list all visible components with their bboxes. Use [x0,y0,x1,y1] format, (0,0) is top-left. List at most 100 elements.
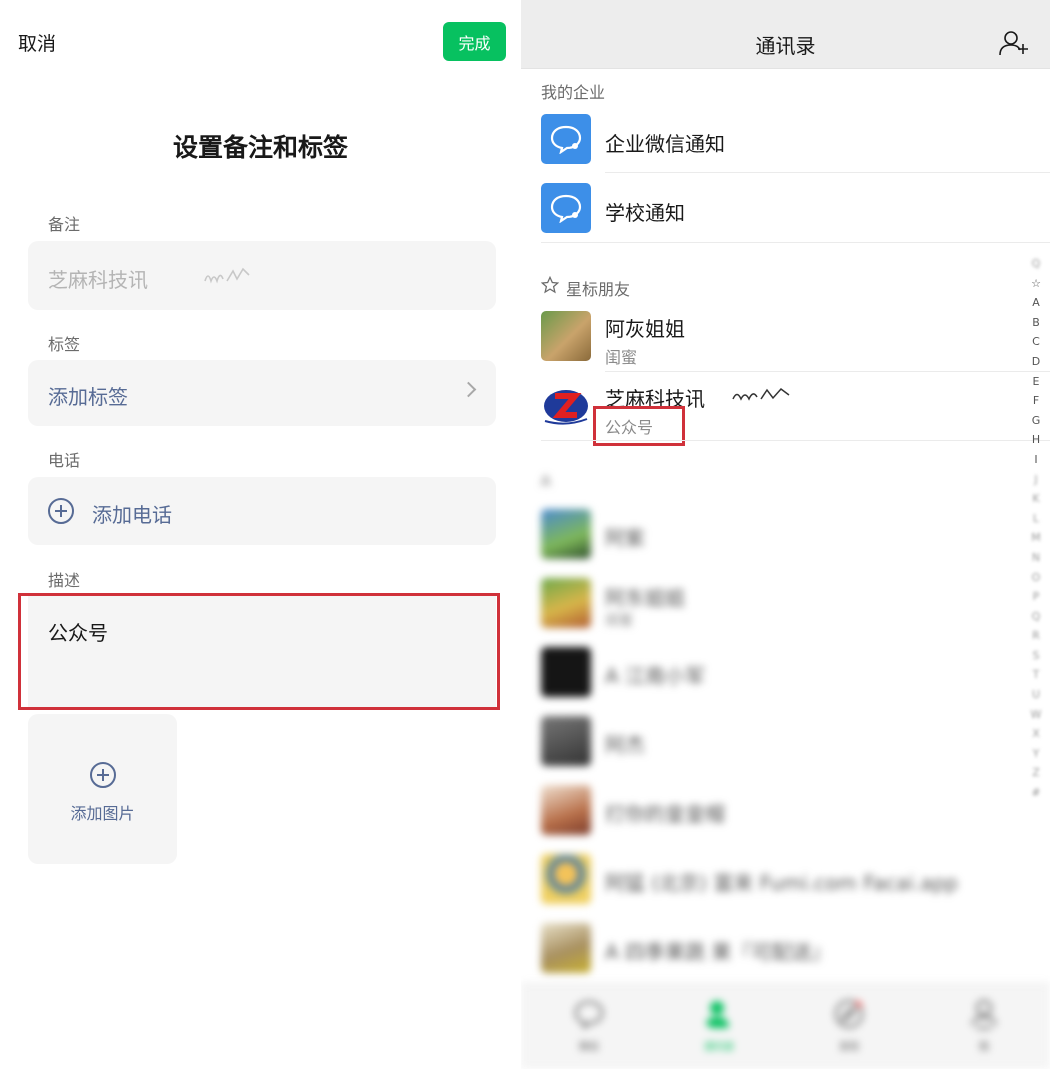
chat-bubble-icon [574,1000,604,1030]
add-image-button[interactable]: 添加图片 [28,714,177,864]
avatar [541,647,591,697]
index-letter[interactable]: E [1029,372,1043,392]
contact-row[interactable]: A 江南小军 [541,647,1031,697]
index-letter[interactable]: F [1029,391,1043,411]
contact-row[interactable]: 阿东姐姐 闺蜜 [541,578,1031,629]
tab-me[interactable]: 我 [944,994,1024,1054]
divider [605,172,1050,173]
tab-label: 发现 [839,1042,859,1053]
avatar [541,311,591,361]
contacts-icon [705,1001,729,1028]
tab-label: 通讯录 [704,1042,734,1053]
contacts-panel: 通讯录 我的企业 企业微信通知 学校通知 星标朋友 阿灰姐姐 闺蜜 芝麻科技讯 … [521,0,1050,1069]
tab-label: 微信 [579,1042,599,1053]
contact-remark: 闺蜜 [605,348,638,367]
index-letter[interactable]: Y [1029,744,1043,764]
index-letter[interactable]: C [1029,332,1043,352]
enterprise-item[interactable]: 企业微信通知 [541,114,1031,164]
add-image-label: 添加图片 [70,804,135,823]
index-letter[interactable]: T [1029,665,1043,685]
remark-value: 芝麻科技讯 [48,268,148,292]
index-letter[interactable]: W [1029,705,1043,725]
work-wechat-icon [541,183,591,233]
index-letter[interactable]: X [1029,724,1043,744]
contacts-header: 通讯录 [521,0,1050,69]
tags-label: 标签 [48,335,81,354]
avatar [541,578,591,628]
contact-name: 阿灰姐姐 [605,317,685,341]
handwritten-scribble-icon [204,267,250,284]
remark-tag-settings-panel: 取消 完成 设置备注和标签 备注 芝麻科技讯 标签 添加标签 电话 添加电话 描… [0,0,521,1069]
avatar [541,716,591,766]
add-friend-icon[interactable] [999,30,1029,56]
index-letter[interactable]: O [1029,568,1043,588]
index-letter[interactable]: H [1029,430,1043,450]
starred-section-label: 星标朋友 [566,280,631,299]
index-letter[interactable]: M [1029,528,1043,548]
index-letter[interactable]: Z [1029,763,1043,783]
brand-logo-avatar [541,381,591,431]
index-letter[interactable]: Q [1029,254,1043,274]
index-letter[interactable]: ☆ [1029,274,1043,294]
enterprise-item-name: 学校通知 [605,201,685,225]
index-letter[interactable]: I [1029,450,1043,470]
avatar [541,854,591,904]
contact-row[interactable]: 阿猛 (北京) 富来 Fumi.com Facai.app [541,854,1031,904]
index-letter[interactable]: J [1029,470,1043,490]
index-letter[interactable]: B [1029,313,1043,333]
star-icon [541,276,559,294]
person-icon [970,1000,998,1029]
tab-contacts[interactable]: 通讯录 [679,994,759,1054]
contact-row[interactable]: 阿杰 [541,716,1031,766]
divider [605,371,1050,372]
divider [541,440,1050,441]
contact-row[interactable]: 阿紫 [541,509,1031,559]
add-phone-label: 添加电话 [92,503,172,527]
contact-name: 阿紫 [605,526,645,550]
contacts-title: 通讯录 [755,34,816,58]
add-phone-row[interactable]: 添加电话 [28,477,496,545]
avatar [541,923,591,973]
contact-name: 打你的皇皇帽 [605,802,725,826]
index-letter[interactable]: K [1029,489,1043,509]
contact-name: 阿东姐姐 [605,586,685,610]
index-letter[interactable]: N [1029,548,1043,568]
enterprise-section-label: 我的企业 [541,83,606,102]
starred-contact[interactable]: 阿灰姐姐 闺蜜 [541,311,1031,367]
index-letter[interactable]: L [1029,509,1043,529]
handwritten-scribble-icon [732,387,790,401]
index-letter[interactable]: G [1029,411,1043,431]
remark-input[interactable]: 芝麻科技讯 [28,241,496,310]
cancel-button[interactable]: 取消 [18,29,56,56]
add-circle-icon [48,498,74,524]
divider [541,242,1050,243]
contact-name: A 四季果蔬 果『可配送』 [605,940,832,964]
contact-row[interactable]: 打你的皇皇帽 [541,785,1031,835]
alphabet-index-bar[interactable]: Q ☆ A B C D E F G H I J K L M N O P Q R … [1029,254,1043,803]
index-letter[interactable]: S [1029,646,1043,666]
index-letter[interactable]: A [1029,293,1043,313]
group-letter: A [541,474,551,490]
index-letter[interactable]: # [1029,783,1043,803]
tab-discover[interactable]: 发现 [809,994,889,1054]
contact-remark: 闺蜜 [605,613,633,629]
index-letter[interactable]: Q [1029,607,1043,627]
index-letter[interactable]: U [1029,685,1043,705]
add-tag-label: 添加标签 [48,385,128,409]
index-letter[interactable]: P [1029,587,1043,607]
contact-name: A 江南小军 [605,664,706,688]
done-button[interactable]: 完成 [443,22,506,61]
description-highlight-box [18,593,500,710]
add-circle-icon [90,762,116,788]
index-letter[interactable]: D [1029,352,1043,372]
contact-row[interactable]: A 四季果蔬 果『可配送』 [541,923,1031,973]
tab-label: 我 [979,1042,989,1053]
index-letter[interactable]: R [1029,626,1043,646]
enterprise-item-name: 企业微信通知 [605,132,725,156]
tab-chats[interactable]: 微信 [549,994,629,1054]
remark-label: 备注 [48,215,81,234]
contact-name: 阿杰 [605,733,645,757]
add-tag-row[interactable]: 添加标签 [28,360,496,426]
work-wechat-icon [541,114,591,164]
enterprise-item[interactable]: 学校通知 [541,183,1031,233]
